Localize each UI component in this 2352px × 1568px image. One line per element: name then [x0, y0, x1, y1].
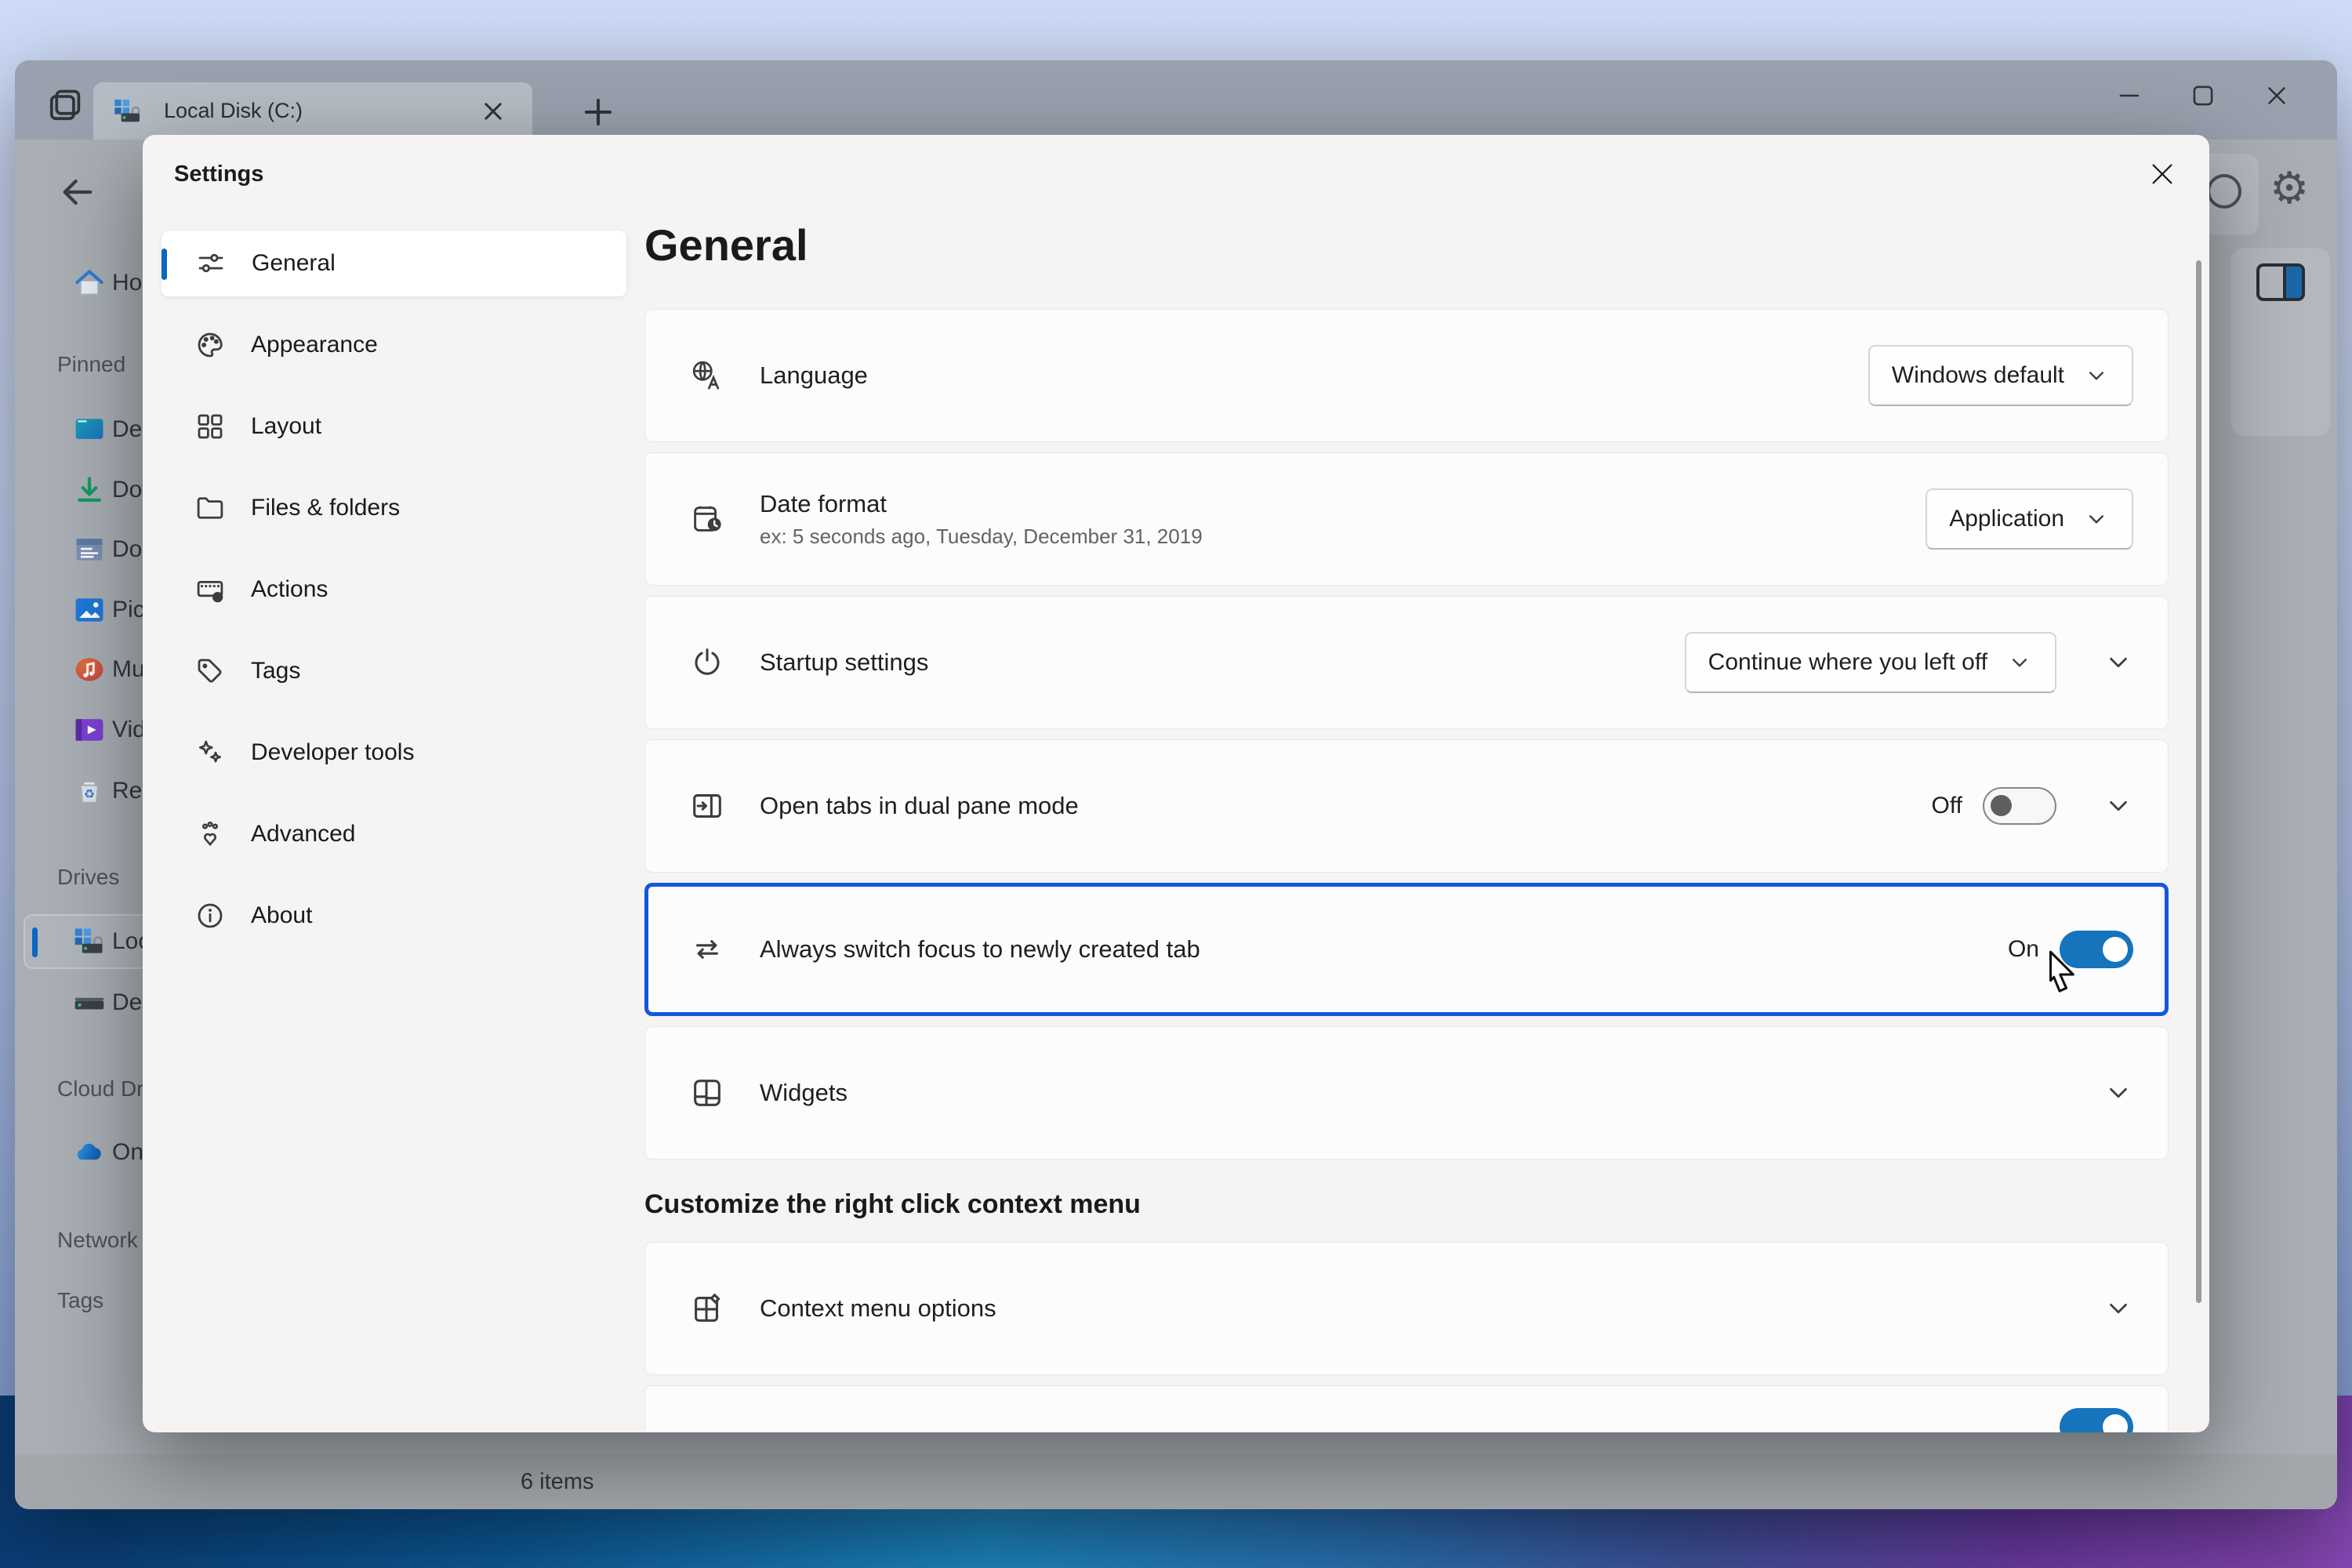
toggle-state-label: Off — [1932, 793, 1962, 819]
pictures-icon — [72, 593, 107, 627]
mouse-cursor — [2042, 947, 2081, 1002]
dev-drive-icon — [72, 985, 107, 1020]
settings-row-language: Language Windows default — [644, 309, 2169, 442]
partial-row-toggle[interactable] — [2060, 1408, 2133, 1432]
advanced-icon — [194, 818, 227, 851]
section-heading: Customize the right click context menu — [644, 1189, 1141, 1220]
row-label: Date format — [760, 490, 1203, 518]
preview-pane-icon — [2256, 263, 2305, 301]
sidebar-section-drives: Drives — [57, 865, 119, 890]
settings-nav-files-folders[interactable]: Files & folders — [161, 474, 627, 542]
sidebar-section-network[interactable]: Network — [57, 1228, 138, 1253]
settings-gear-icon[interactable]: ⚙ — [2270, 162, 2309, 214]
palette-icon — [194, 328, 227, 361]
startup-dropdown[interactable]: Continue where you left off — [1685, 632, 2056, 693]
recycle-bin-icon: ♻ — [72, 774, 107, 808]
swap-arrows-icon — [689, 931, 725, 967]
items-count: 6 items — [521, 1469, 593, 1495]
window-controls — [2092, 70, 2314, 122]
settings-nav-developer-tools[interactable]: Developer tools — [161, 719, 627, 786]
grid-icon — [194, 410, 227, 443]
dual-pane-toggle[interactable] — [1983, 787, 2056, 825]
context-menu-icon — [689, 1290, 725, 1327]
desktop-icon — [72, 412, 107, 447]
settings-row-switch-focus: Always switch focus to newly created tab… — [644, 883, 2169, 1016]
expand-chevron-icon[interactable] — [2103, 1294, 2133, 1323]
local-disk-icon — [72, 924, 107, 959]
documents-icon — [72, 532, 107, 567]
settings-nav-about[interactable]: About — [161, 882, 627, 949]
dialog-title: Settings — [174, 162, 263, 187]
settings-row-widgets: Widgets — [644, 1026, 2169, 1160]
chevron-down-icon — [2083, 362, 2110, 389]
page-title: General — [644, 220, 808, 270]
settings-row-startup: Startup settings Continue where you left… — [644, 596, 2169, 729]
sidebar-selected-pill — [32, 927, 38, 957]
toggle-state-label: On — [2008, 936, 2039, 963]
tab-local-disk[interactable]: Local Disk (C:) — [93, 82, 532, 140]
settings-row-partial — [644, 1385, 2169, 1432]
svg-text:♻: ♻ — [84, 788, 95, 801]
row-sublabel: ex: 5 seconds ago, Tuesday, December 31,… — [760, 524, 1203, 549]
date-format-dropdown[interactable]: Application — [1926, 488, 2133, 550]
settings-row-dual-pane: Open tabs in dual pane mode Off — [644, 739, 2169, 873]
videos-icon — [72, 713, 107, 747]
local-disk-icon — [111, 96, 145, 127]
folder-icon — [194, 492, 227, 524]
onedrive-icon — [72, 1135, 107, 1170]
expand-chevron-icon[interactable] — [2103, 1078, 2133, 1108]
info-icon — [194, 899, 227, 932]
chevron-down-icon — [2006, 649, 2033, 676]
expand-chevron-icon[interactable] — [2103, 791, 2133, 821]
sidebar-section-tags[interactable]: Tags — [57, 1288, 103, 1313]
settings-nav-layout[interactable]: Layout — [161, 393, 627, 460]
row-label: Open tabs in dual pane mode — [760, 792, 1079, 820]
row-label: Startup settings — [760, 648, 928, 677]
sidebar-toggle-icon[interactable] — [44, 85, 85, 126]
settings-nav-general[interactable]: General — [161, 230, 627, 297]
translate-icon — [689, 358, 725, 394]
downloads-icon — [72, 473, 107, 507]
power-icon — [689, 644, 725, 681]
chevron-down-icon — [2083, 506, 2110, 532]
dual-pane-icon — [689, 788, 725, 824]
keyboard-gear-icon — [194, 573, 227, 606]
row-label: Context menu options — [760, 1294, 996, 1323]
language-dropdown[interactable]: Windows default — [1868, 345, 2133, 406]
settings-row-context-menu: Context menu options — [644, 1242, 2169, 1375]
close-window-button[interactable] — [2240, 70, 2314, 122]
settings-row-date-format: Date format ex: 5 seconds ago, Tuesday, … — [644, 452, 2169, 586]
details-pane-card[interactable] — [2231, 248, 2330, 436]
search-icon — [2207, 174, 2241, 209]
explorer-titlebar: Local Disk (C:) — [15, 60, 2337, 140]
calendar-clock-icon — [689, 501, 725, 537]
settings-nav-appearance[interactable]: Appearance — [161, 311, 627, 379]
back-button[interactable] — [56, 170, 100, 214]
dialog-scrollbar[interactable] — [2196, 260, 2201, 1303]
new-tab-button[interactable] — [578, 92, 619, 132]
status-bar: 6 items — [15, 1454, 2337, 1509]
row-label: Language — [760, 361, 868, 390]
music-icon — [72, 652, 107, 687]
maximize-button[interactable] — [2166, 70, 2240, 122]
sidebar-section-pinned: Pinned — [57, 352, 125, 377]
expand-chevron-icon[interactable] — [2103, 648, 2133, 677]
sliders-icon — [194, 247, 227, 280]
dialog-close-icon[interactable] — [2143, 155, 2181, 193]
row-label: Widgets — [760, 1079, 848, 1107]
settings-nav-actions[interactable]: Actions — [161, 556, 627, 623]
minimize-button[interactable] — [2092, 70, 2166, 122]
settings-nav-advanced[interactable]: Advanced — [161, 800, 627, 868]
tab-close-icon[interactable] — [476, 94, 510, 129]
home-icon — [72, 266, 107, 300]
tab-title: Local Disk (C:) — [164, 99, 303, 123]
widgets-icon — [689, 1075, 725, 1111]
settings-nav-tags[interactable]: Tags — [161, 637, 627, 705]
tag-icon — [194, 655, 227, 688]
sparkles-icon — [194, 736, 227, 769]
row-label: Always switch focus to newly created tab — [760, 935, 1200, 964]
settings-dialog: Settings General Appearance Layout Files… — [143, 135, 2209, 1432]
